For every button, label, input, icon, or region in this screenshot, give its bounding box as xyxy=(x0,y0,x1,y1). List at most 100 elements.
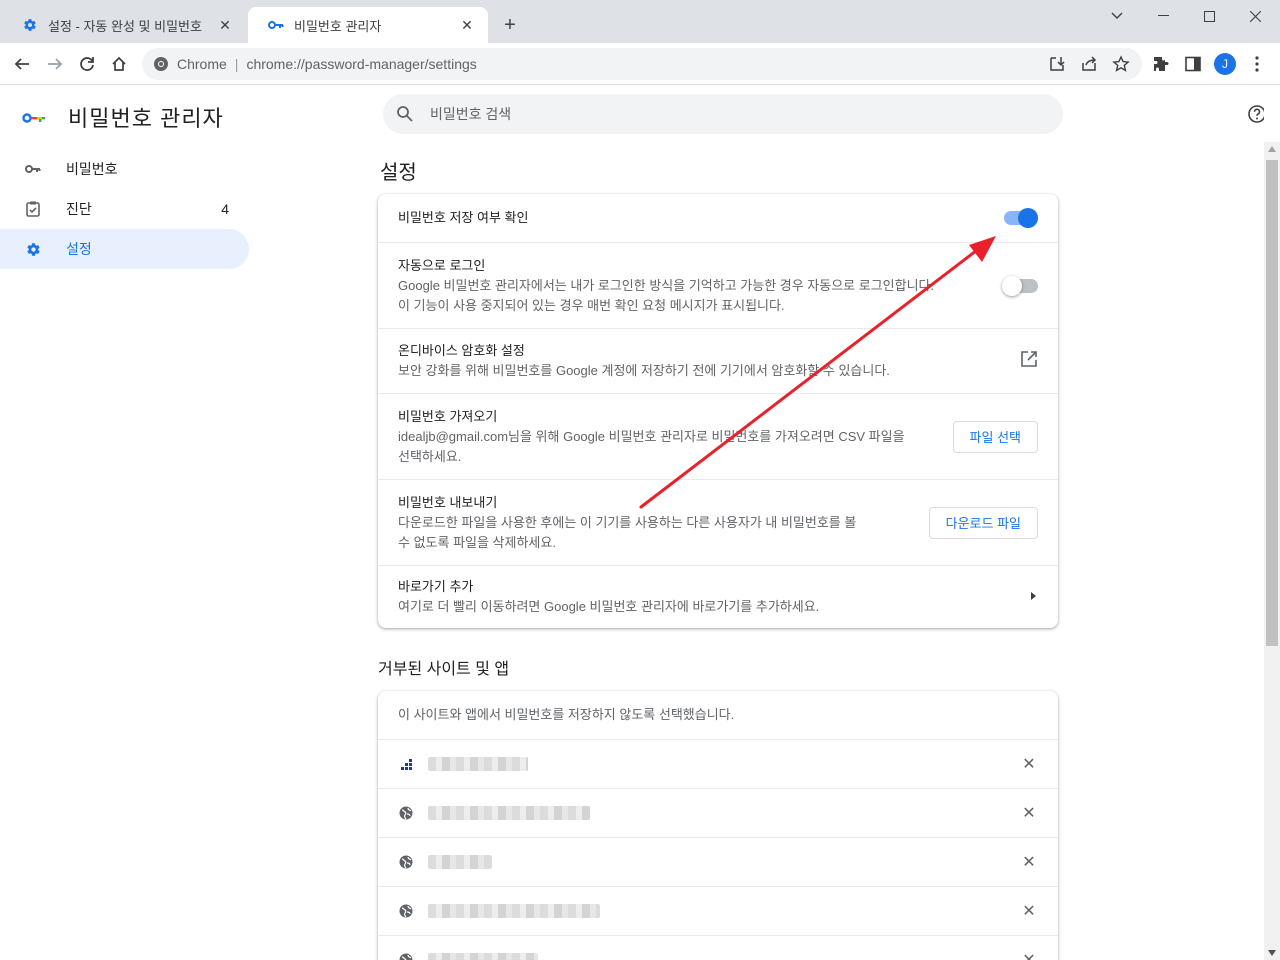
select-file-button[interactable]: 파일 선택 xyxy=(952,420,1038,453)
tab-settings-autofill[interactable]: 설정 - 자동 완성 및 비밀번호 ✕ xyxy=(2,7,246,43)
more-menu-icon[interactable] xyxy=(1245,52,1269,76)
search-icon xyxy=(396,105,414,123)
add-shortcut-row[interactable]: 바로가기 추가 여기로 더 빨리 이동하려면 Google 비밀번호 관리자에 … xyxy=(378,565,1058,628)
blocked-site-item: ✕ xyxy=(378,788,1058,837)
toggle-knob xyxy=(1002,275,1022,296)
row-subtitle: 이 기능이 사용 중지되어 있는 경우 매번 확인 요청 메시지가 표시됩니다. xyxy=(398,297,785,313)
open-in-new-icon[interactable] xyxy=(1020,350,1038,373)
bookmark-star-icon[interactable] xyxy=(1109,52,1133,76)
blocked-site-item: ✕ xyxy=(378,935,1058,960)
blurred-site-name xyxy=(428,806,590,820)
profile-avatar[interactable]: J xyxy=(1214,53,1236,75)
toggle-knob xyxy=(1018,208,1038,228)
export-passwords-row: 비밀번호 내보내기 다운로드한 파일을 사용한 후에는 이 기기를 사용하는 다… xyxy=(378,479,1058,565)
tab-title: 비밀번호 관리자 xyxy=(294,18,382,34)
page-scrollbar[interactable] xyxy=(1264,142,1280,960)
tab-search-icon[interactable] xyxy=(1094,0,1140,32)
chrome-logo-icon[interactable] xyxy=(153,56,169,72)
extensions-icon[interactable] xyxy=(1149,52,1173,76)
blocked-description-row: 이 사이트와 앱에서 비밀번호를 저장하지 않도록 선택했습니다. xyxy=(378,691,1058,739)
row-text: 비밀번호 내보내기 다운로드한 파일을 사용한 후에는 이 기기를 사용하는 다… xyxy=(398,493,909,553)
row-text: 자동으로 로그인 Google 비밀번호 관리자에서는 내가 로그인한 방식을 … xyxy=(398,256,1026,316)
tab-password-manager[interactable]: 비밀번호 관리자 ✕ xyxy=(248,7,488,43)
gear-icon xyxy=(22,17,38,33)
share-icon[interactable] xyxy=(1077,52,1101,76)
sidebar-item-settings[interactable]: 설정 xyxy=(0,229,249,269)
settings-card: 비밀번호 저장 여부 확인 자동으로 로그인 Google 비밀번호 관리자에서… xyxy=(378,194,1058,628)
remove-icon[interactable]: ✕ xyxy=(1020,951,1038,960)
blurred-site-name xyxy=(428,953,538,960)
side-panel-icon[interactable] xyxy=(1181,52,1205,76)
row-title: 비밀번호 저장 여부 확인 xyxy=(398,210,529,225)
row-subtitle: 여기로 더 빨리 이동하려면 Google 비밀번호 관리자에 바로가기를 추가… xyxy=(398,599,820,614)
row-subtitle: 수 없도록 파일을 삭제하세요. xyxy=(398,534,556,550)
scroll-down-arrow[interactable] xyxy=(1268,950,1276,956)
row-title: 온디바이스 암호화 설정 xyxy=(398,343,525,358)
row-title: 자동으로 로그인 xyxy=(398,257,486,273)
remove-icon[interactable]: ✕ xyxy=(1020,853,1038,871)
close-tab-icon[interactable]: ✕ xyxy=(216,16,234,34)
row-text: 비밀번호 저장 여부 확인 xyxy=(398,208,1004,228)
blurred-site-name xyxy=(428,757,528,771)
home-button[interactable] xyxy=(107,52,131,76)
new-tab-button[interactable]: + xyxy=(498,13,522,37)
sidebar-item-checkup[interactable]: 진단 4 xyxy=(0,189,249,229)
blocked-site-item: ✕ xyxy=(378,837,1058,886)
help-icon[interactable] xyxy=(1247,104,1264,124)
chevron-right-icon xyxy=(1028,588,1038,606)
row-title: 비밀번호 내보내기 xyxy=(398,494,498,510)
scrollbar-thumb[interactable] xyxy=(1266,160,1278,646)
back-button[interactable] xyxy=(10,52,34,76)
download-file-button[interactable]: 다운로드 파일 xyxy=(928,506,1038,539)
maximize-button[interactable] xyxy=(1186,0,1232,32)
forward-button[interactable] xyxy=(43,52,67,76)
row-text: 바로가기 추가 여기로 더 빨리 이동하려면 Google 비밀번호 관리자에 … xyxy=(398,577,1028,617)
auto-signin-row[interactable]: 자동으로 로그인 Google 비밀번호 관리자에서는 내가 로그인한 방식을 … xyxy=(378,242,1058,328)
scroll-up-arrow[interactable] xyxy=(1268,146,1276,152)
offer-save-row[interactable]: 비밀번호 저장 여부 확인 xyxy=(378,194,1058,242)
row-subtitle: 다운로드한 파일을 사용한 후에는 이 기기를 사용하는 다른 사용자가 내 비… xyxy=(398,514,857,530)
close-window-button[interactable] xyxy=(1232,0,1278,32)
blocked-description: 이 사이트와 앱에서 비밀번호를 저장하지 않도록 선택했습니다. xyxy=(398,707,735,722)
omnibox-chip: Chrome xyxy=(177,56,227,72)
offer-save-toggle[interactable] xyxy=(1004,208,1038,228)
app-title: 비밀번호 관리자 xyxy=(68,106,224,131)
address-bar[interactable]: Chrome | chrome://password-manager/setti… xyxy=(142,48,1142,80)
on-device-encryption-row[interactable]: 온디바이스 암호화 설정 보안 강화를 위해 비밀번호를 Google 계정에 … xyxy=(378,328,1058,393)
blurred-site-name xyxy=(428,904,600,918)
password-search[interactable]: 비밀번호 검색 xyxy=(383,94,1063,134)
blocked-site-item: ✕ xyxy=(378,886,1058,935)
globe-icon xyxy=(398,952,414,960)
row-title: 바로가기 추가 xyxy=(398,579,474,594)
reload-button[interactable] xyxy=(75,52,99,76)
blocked-sites-heading: 거부된 사이트 및 앱 xyxy=(378,661,510,678)
remove-icon[interactable]: ✕ xyxy=(1020,902,1038,920)
row-text: 온디바이스 암호화 설정 보안 강화를 위해 비밀번호를 Google 계정에 … xyxy=(398,341,1020,381)
blocked-site-item: ✕ xyxy=(378,739,1058,788)
checkup-icon xyxy=(24,200,42,218)
checkup-count-badge: 4 xyxy=(221,201,229,217)
import-passwords-row: 비밀번호 가져오기 idealjb@gmail.com님을 위해 Google … xyxy=(378,393,1058,479)
gear-icon xyxy=(24,240,42,258)
auto-signin-toggle[interactable] xyxy=(1002,275,1038,296)
row-title: 비밀번호 가져오기 xyxy=(398,408,498,424)
sidebar-nav: 비밀번호 진단 4 설정 xyxy=(0,149,250,269)
remove-icon[interactable]: ✕ xyxy=(1020,804,1038,822)
sidebar-item-label: 비밀번호 xyxy=(66,161,118,177)
globe-icon xyxy=(398,903,414,919)
close-tab-icon[interactable]: ✕ xyxy=(458,16,476,34)
sidebar-item-passwords[interactable]: 비밀번호 xyxy=(0,149,249,189)
search-placeholder: 비밀번호 검색 xyxy=(430,106,512,122)
tab-title: 설정 - 자동 완성 및 비밀번호 xyxy=(48,18,202,34)
row-subtitle: Google 비밀번호 관리자에서는 내가 로그인한 방식을 기억하고 가능한 … xyxy=(398,277,935,293)
key-icon xyxy=(268,17,284,33)
sidebar-item-label: 설정 xyxy=(66,241,92,257)
row-subtitle: 선택하세요. xyxy=(398,448,462,464)
tab-strip: 설정 - 자동 완성 및 비밀번호 ✕ 비밀번호 관리자 ✕ + xyxy=(0,0,1280,43)
app-header: 비밀번호 관리자 xyxy=(22,101,224,133)
minimize-button[interactable] xyxy=(1140,0,1186,32)
remove-icon[interactable]: ✕ xyxy=(1020,755,1038,773)
row-text: 비밀번호 가져오기 idealjb@gmail.com님을 위해 Google … xyxy=(398,407,933,467)
install-app-icon[interactable] xyxy=(1045,52,1069,76)
row-subtitle: 보안 강화를 위해 비밀번호를 Google 계정에 저장하기 전에 기기에서 … xyxy=(398,363,890,378)
